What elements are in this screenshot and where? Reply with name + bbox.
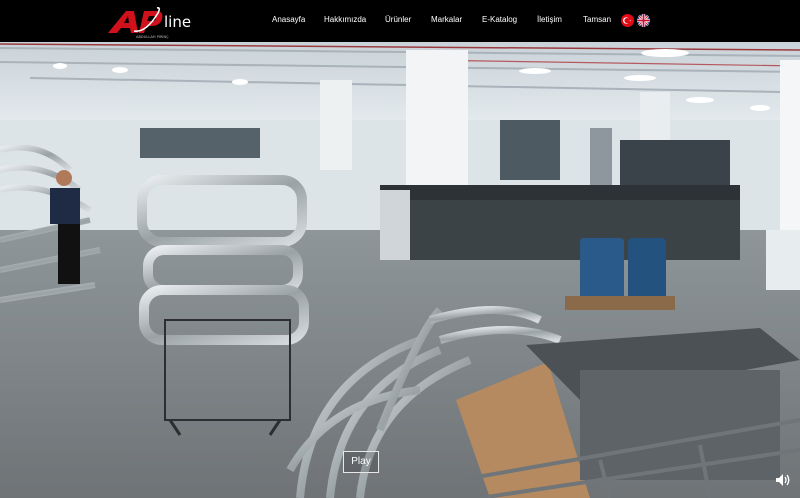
svg-text:line: line — [164, 13, 191, 31]
svg-text:ABDULLAH PİRİNÇ: ABDULLAH PİRİNÇ — [136, 34, 169, 39]
nav-urunler[interactable]: Ürünler — [385, 15, 411, 24]
nav-e-katalog[interactable]: E-Katalog — [482, 15, 517, 24]
english-flag-icon[interactable] — [637, 14, 650, 27]
factory-video-frame — [0, 42, 800, 498]
nav-tamsan[interactable]: Tamsan — [583, 15, 611, 24]
brand-logo[interactable]: line ABDULLAH PİRİNÇ — [106, 3, 198, 39]
volume-icon[interactable] — [775, 473, 791, 487]
nav-anasayfa[interactable]: Anasayfa — [272, 15, 305, 24]
nav-iletisim[interactable]: İletişim — [537, 15, 562, 24]
nav-hakkimizda[interactable]: Hakkımızda — [324, 15, 366, 24]
hero-video[interactable]: Play — [0, 42, 800, 498]
turkish-flag-icon[interactable] — [621, 14, 634, 27]
play-button[interactable]: Play — [343, 451, 379, 473]
nav-markalar[interactable]: Markalar — [431, 15, 462, 24]
site-header: line ABDULLAH PİRİNÇ Anasayfa Hakkımızda… — [0, 0, 800, 42]
